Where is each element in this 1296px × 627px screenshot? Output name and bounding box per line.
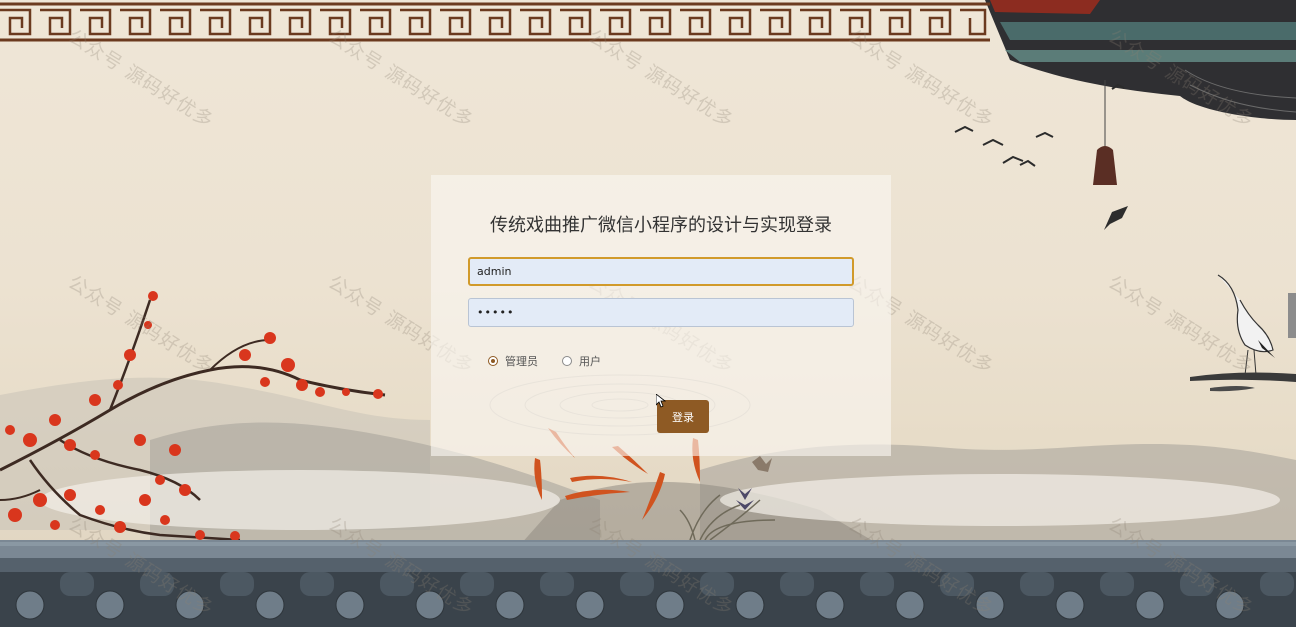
bell-fish <box>1104 206 1128 230</box>
wind-bell <box>1093 146 1117 185</box>
scrollbar-handle[interactable] <box>1288 293 1296 338</box>
role-selector: 管理员 用户 <box>488 353 625 369</box>
window-lattice-border <box>0 2 990 42</box>
tile-wall <box>0 540 1296 627</box>
username-input[interactable] <box>468 257 854 286</box>
password-input[interactable] <box>468 298 854 327</box>
role-label-admin: 管理员 <box>505 355 538 368</box>
role-option-admin[interactable]: 管理员 <box>488 353 538 369</box>
mouse-cursor-icon <box>656 394 666 408</box>
login-form: 传统戏曲推广微信小程序的设计与实现登录 管理员 用户 登录 <box>431 175 891 456</box>
login-page: 公众号 源码好优多 公众号 源码好优多 公众号 源码好优多 公众号 源码好优多 … <box>0 0 1296 627</box>
roof-eave <box>985 0 1296 120</box>
role-option-user[interactable]: 用户 <box>562 353 601 369</box>
login-title: 传统戏曲推广微信小程序的设计与实现登录 <box>490 215 832 236</box>
radio-unchecked-icon[interactable] <box>562 356 572 366</box>
radio-checked-icon[interactable] <box>488 356 498 366</box>
crane <box>1190 274 1296 392</box>
role-label-user: 用户 <box>579 355 601 368</box>
